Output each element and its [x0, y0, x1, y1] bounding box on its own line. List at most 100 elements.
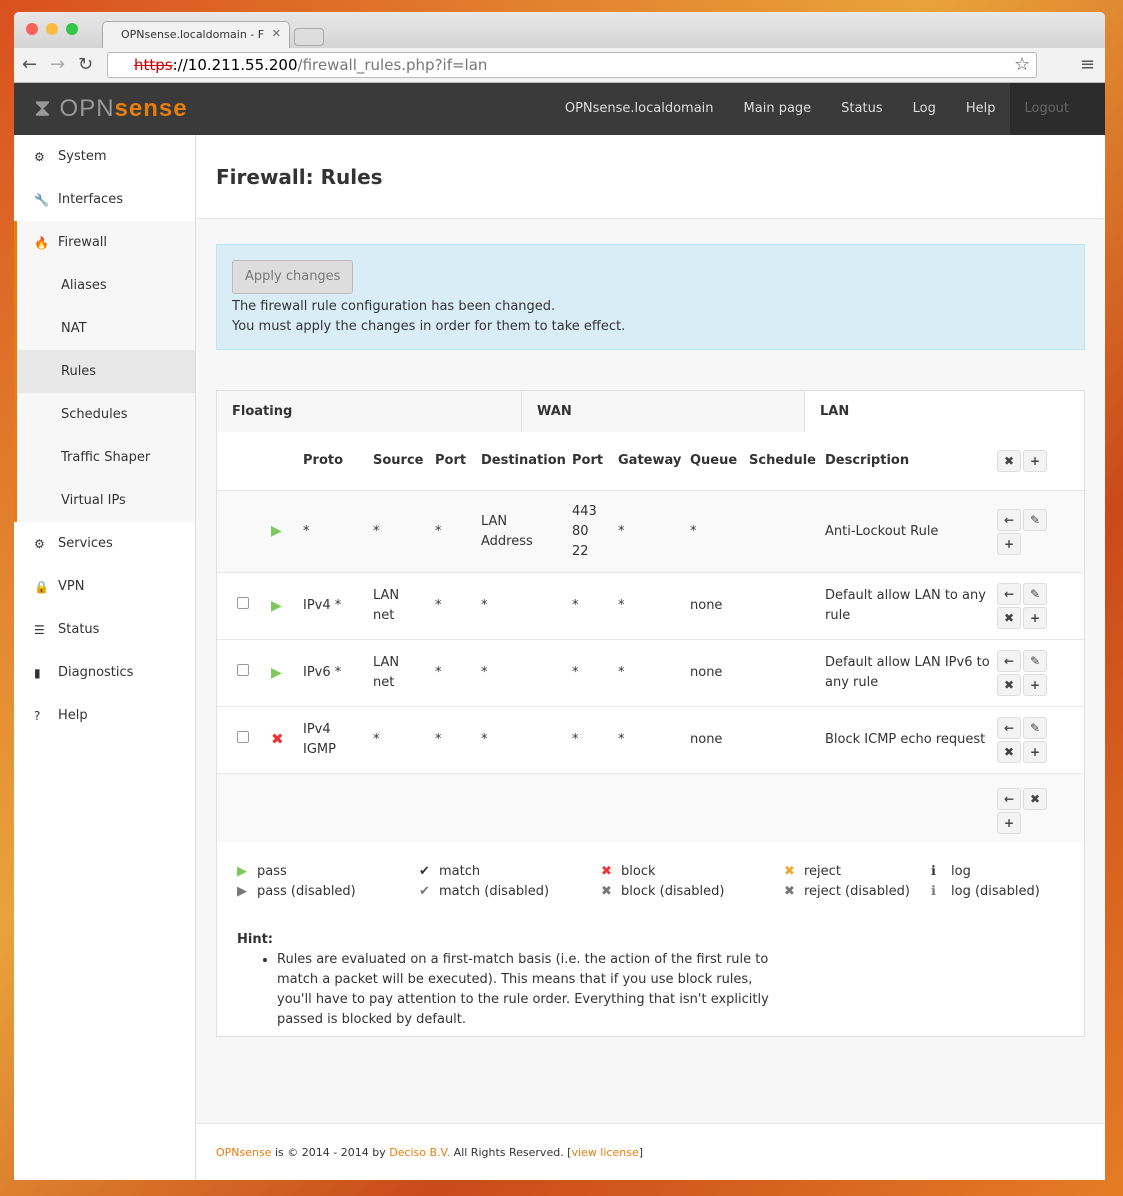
back-icon[interactable]: ← — [22, 54, 37, 75]
zoom-window-button[interactable] — [66, 23, 78, 35]
view-license-link[interactable]: view license — [571, 1146, 638, 1159]
edit-pencil-icon[interactable]: ✎ — [1023, 717, 1047, 739]
sidebar-item-label: Status — [58, 622, 100, 637]
url-path: /firewall_rules.php?if=lan — [297, 56, 488, 74]
nav-logout[interactable]: Logout — [1010, 83, 1105, 135]
cell-proto: * — [303, 523, 310, 539]
add-rule-icon[interactable]: + — [1023, 450, 1047, 472]
delete-icon[interactable]: ✖ — [997, 674, 1021, 696]
system-icon: ⚙ — [34, 149, 45, 164]
cell-source: * — [373, 732, 380, 747]
checkbox-cell — [217, 730, 264, 750]
forward-icon[interactable]: → — [50, 54, 65, 75]
tab-bar: OPNsense.localdomain - F ✕ — [14, 12, 1105, 48]
add-icon[interactable]: + — [1023, 607, 1047, 629]
sidebar-item-rules[interactable]: Rules — [14, 350, 195, 393]
sidebar-item-schedules[interactable]: Schedules — [14, 393, 195, 436]
edit-pencil-icon[interactable]: ✎ — [1023, 583, 1047, 605]
diagnostics-icon: ▮ — [34, 665, 41, 680]
nav-help[interactable]: Help — [951, 83, 1011, 135]
interface-tabs: Floating WAN LAN — [217, 391, 1084, 432]
sidebar-item-status[interactable]: ☰ Status — [14, 608, 195, 651]
pass-icon[interactable]: ▶ — [271, 598, 282, 614]
add-icon[interactable]: + — [997, 532, 1021, 555]
column-header-gateway: Gateway — [618, 453, 682, 468]
minimize-window-button[interactable] — [46, 23, 58, 35]
edit-pencil-icon[interactable]: ✎ — [1023, 650, 1047, 672]
url-bar[interactable]: https://10.211.55.200/firewall_rules.php… — [107, 52, 1037, 78]
rule-select-checkbox[interactable] — [237, 664, 249, 676]
add-icon[interactable]: + — [1023, 741, 1047, 763]
sidebar-item-nat[interactable]: NAT — [14, 307, 195, 350]
sidebar-item-services[interactable]: ⚙ Services — [14, 522, 195, 565]
delete-icon[interactable]: ✖ — [997, 741, 1021, 763]
services-icon: ⚙ — [34, 536, 45, 551]
legend-item-log: ℹ log ℹ log (disabled) — [931, 862, 1071, 902]
sidebar-item-firewall[interactable]: 🔥 Firewall — [14, 221, 195, 264]
sidebar-item-traffic-shaper[interactable]: Traffic Shaper — [14, 436, 195, 479]
match-icon: ✔ — [419, 864, 430, 879]
sidebar-item-label: Virtual IPs — [61, 493, 126, 508]
pass-icon[interactable]: ▶ — [271, 523, 282, 539]
sidebar-item-diagnostics[interactable]: ▮ Diagnostics — [14, 651, 195, 694]
legend-label: block — [621, 864, 656, 879]
nav-opnsense-localdomain[interactable]: OPNsense.localdomain — [550, 83, 729, 135]
sidebar-item-virtual-ips[interactable]: Virtual IPs — [14, 479, 195, 522]
apply-changes-button[interactable]: Apply changes — [232, 260, 354, 294]
cell-source: LAN net — [373, 588, 400, 623]
delete-icon[interactable]: ✖ — [997, 607, 1021, 629]
tab-lan[interactable]: LAN — [805, 391, 1084, 432]
log-icon: ℹ — [931, 884, 936, 899]
cell-dport: * — [572, 665, 579, 680]
table-row: ▶ IPv4 * LAN net * * * * none Default allow LAN … — [217, 573, 1084, 640]
column-header-port: Port — [435, 453, 467, 468]
rule-select-checkbox[interactable] — [237, 597, 249, 609]
cell-proto: IPv6 * — [303, 665, 342, 680]
close-tab-icon[interactable]: ✕ — [272, 27, 281, 40]
sidebar-item-help[interactable]: ? Help — [14, 694, 195, 737]
tab-wan[interactable]: WAN — [522, 391, 805, 432]
move-arrow-icon[interactable]: ← — [997, 650, 1021, 672]
block-icon[interactable]: ✖ — [271, 730, 284, 748]
footer-company-link[interactable]: Deciso B.V. — [389, 1146, 450, 1159]
tab-floating[interactable]: Floating — [217, 391, 522, 432]
hint-title: Hint: — [237, 932, 274, 947]
url-scheme: https — [134, 56, 173, 74]
header-action-buttons: ✖ + — [997, 450, 1053, 472]
rule-select-checkbox[interactable] — [237, 731, 249, 743]
move-arrow-icon[interactable]: ← — [997, 717, 1021, 739]
footer-brand-link[interactable]: OPNsense — [216, 1146, 272, 1159]
sidebar: ⚙ System 🔧 Interfaces 🔥 Firewall Aliases NAT Rul… — [14, 135, 196, 1180]
close-window-button[interactable] — [26, 23, 38, 35]
column-header-source: Source — [373, 453, 424, 468]
new-tab-button[interactable] — [294, 28, 324, 46]
move-arrow-icon[interactable]: ← — [997, 788, 1021, 810]
delete-selected-icon[interactable]: ✖ — [1023, 788, 1047, 810]
sidebar-item-interfaces[interactable]: 🔧 Interfaces — [14, 178, 195, 221]
sidebar-item-aliases[interactable]: Aliases — [14, 264, 195, 307]
move-arrow-icon[interactable]: ← — [997, 508, 1021, 531]
bookmark-star-icon[interactable]: ☆ — [1014, 54, 1030, 75]
sidebar-item-system[interactable]: ⚙ System — [14, 135, 195, 178]
actions-cell: ← ✎ ✖ + — [990, 717, 1084, 763]
nav-status[interactable]: Status — [826, 83, 897, 135]
cell-sport: * — [435, 665, 442, 680]
main-content: Firewall: Rules Apply changes The firewa… — [196, 135, 1105, 1180]
pass-icon[interactable]: ▶ — [271, 665, 282, 681]
browser-tab[interactable]: OPNsense.localdomain - F ✕ — [102, 21, 290, 48]
cell-dport: 443 80 22 — [572, 503, 597, 559]
add-rule-icon[interactable]: + — [997, 812, 1021, 834]
legend-entry: ▶ pass — [237, 862, 419, 882]
opnsense-logo[interactable]: ⧗ OPNsense — [34, 95, 188, 123]
delete-selected-icon[interactable]: ✖ — [997, 450, 1021, 472]
nav-log[interactable]: Log — [898, 83, 951, 135]
menu-icon[interactable]: ≡ — [1080, 54, 1095, 75]
nav-main-page[interactable]: Main page — [729, 83, 827, 135]
sidebar-item-vpn[interactable]: 🔒 VPN — [14, 565, 195, 608]
add-icon[interactable]: + — [1023, 674, 1047, 696]
edit-pencil-icon[interactable]: ✎ — [1023, 508, 1047, 531]
move-arrow-icon[interactable]: ← — [997, 583, 1021, 605]
sidebar-item-label: Diagnostics — [58, 665, 134, 680]
reload-icon[interactable]: ↻ — [78, 54, 93, 75]
cell-queue: none — [690, 665, 723, 680]
